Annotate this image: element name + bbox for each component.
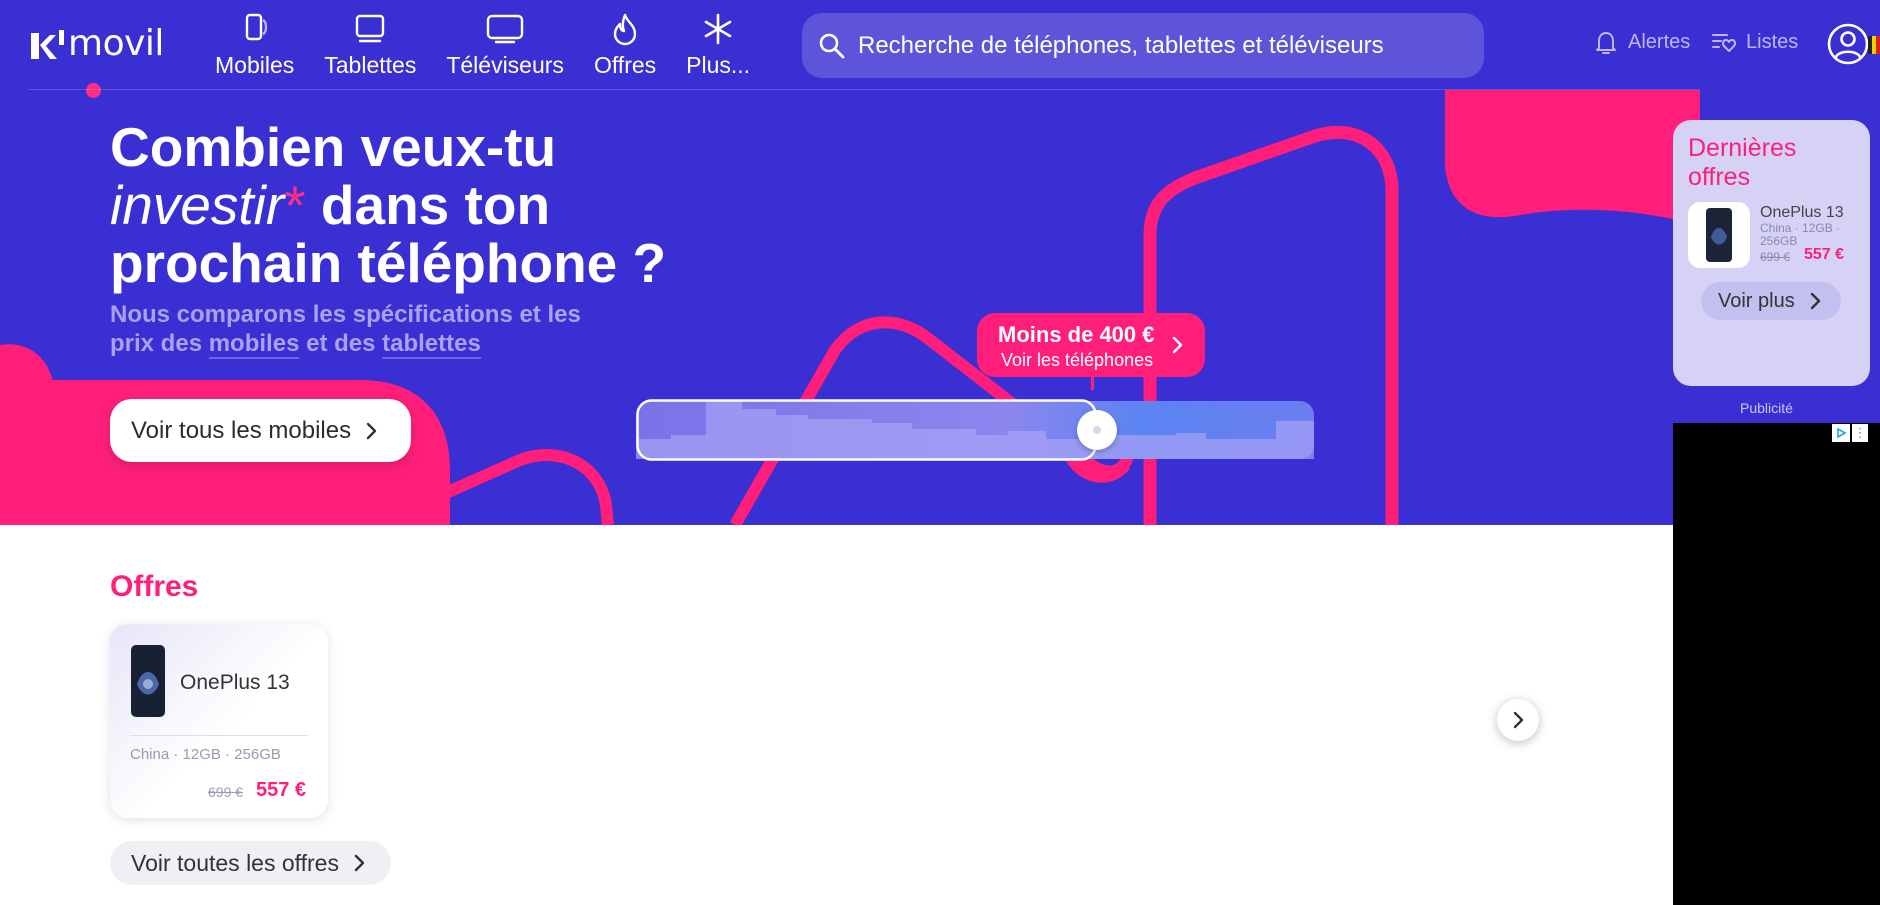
offer-divider xyxy=(130,735,308,736)
see-more-button[interactable]: Voir plus xyxy=(1701,282,1841,320)
nav-divider xyxy=(28,89,1700,90)
phone-image-icon xyxy=(131,645,165,717)
offer-price: 557 € xyxy=(256,779,307,801)
offers-title: Offres xyxy=(110,570,199,603)
hero-title-line-1: Combien veux-tu xyxy=(110,116,557,178)
view-all-offers-label: Voir toutes les offres xyxy=(131,849,339,876)
price-slider[interactable] xyxy=(636,399,1314,461)
budget-subtitle: Voir les téléphones xyxy=(1001,350,1154,370)
alerts-link[interactable]: Alertes xyxy=(1592,28,1690,56)
view-all-mobiles-button[interactable]: Voir tous les mobiles xyxy=(110,399,412,462)
view-all-offers-button[interactable]: Voir toutes les offres xyxy=(110,841,391,885)
ad-banner[interactable] xyxy=(1673,423,1880,905)
offer-card[interactable]: OnePlus 13 China · 12GB · 256GB 699 € 55… xyxy=(110,624,328,818)
ad-label: Publicité xyxy=(1740,400,1793,416)
alerts-label: Alertes xyxy=(1628,30,1691,53)
bell-icon xyxy=(1596,32,1616,54)
budget-title: Moins de 400 € xyxy=(998,322,1155,347)
chevron-right-icon xyxy=(1810,292,1820,310)
main-nav: Mobiles Tablettes Téléviseurs Offres Plu… xyxy=(200,12,765,79)
tablettes-link[interactable]: tablettes xyxy=(382,330,481,359)
flame-icon xyxy=(613,13,637,46)
logo-mark-icon xyxy=(31,30,64,59)
nav-item-mobiles[interactable]: Mobiles xyxy=(200,12,309,79)
hero-title-line-2: investir* dans ton xyxy=(110,176,710,234)
chevron-right-icon xyxy=(1513,711,1524,729)
phone-image-icon xyxy=(1706,208,1732,262)
carousel-next-button[interactable] xyxy=(1497,699,1539,741)
logo[interactable]: movil xyxy=(28,22,164,66)
list-heart-icon xyxy=(1712,34,1737,52)
price-histogram xyxy=(636,399,1314,461)
mobiles-link[interactable]: mobiles xyxy=(208,330,300,359)
tablet-icon xyxy=(356,14,385,43)
account-icon[interactable] xyxy=(1826,22,1870,66)
nav-label-televiseurs: Téléviseurs xyxy=(446,52,564,78)
ad-choices-icon[interactable] xyxy=(1832,424,1850,442)
offer-name: OnePlus 13 xyxy=(180,671,290,694)
tv-icon xyxy=(486,14,524,44)
budget-bubble[interactable]: Moins de 400 € Voir les téléphones xyxy=(977,313,1205,377)
logo-dot xyxy=(86,83,101,98)
see-more-label: Voir plus xyxy=(1718,289,1795,312)
hero-title-star: * xyxy=(284,174,306,236)
latest-offers-title: Dernières offres xyxy=(1688,134,1797,191)
nav-label-mobiles: Mobiles xyxy=(215,52,295,78)
offer-spec: China · 12GB · 256GB xyxy=(130,746,281,763)
nav-label-offres: Offres xyxy=(593,52,657,78)
latest-offer-item[interactable]: OnePlus 13 China · 12GB · 256GB 699 € 55… xyxy=(1688,202,1863,272)
chevron-right-icon xyxy=(366,422,377,439)
latest-offer-old-price: 699 € xyxy=(1760,250,1791,264)
page: movil Mobiles Tablettes Téléviseurs Offr… xyxy=(0,0,1880,905)
hero-sub-text-2: et des xyxy=(299,330,383,357)
latest-offer-price: 557 € xyxy=(1804,246,1845,263)
country-flag-icon[interactable] xyxy=(1868,36,1880,54)
latest-offers-card: Dernières offres OnePlus 13 China · 12GB… xyxy=(1673,120,1870,386)
logo-text: movil xyxy=(68,23,164,64)
search-icon xyxy=(819,33,845,58)
product-thumbnail xyxy=(1688,202,1750,268)
lists-link[interactable]: Listes xyxy=(1710,28,1798,56)
phone-icon xyxy=(245,13,267,41)
nav-item-offres[interactable]: Offres xyxy=(579,12,671,79)
hero-title: Combien veux-tu investir* dans ton proch… xyxy=(110,118,710,292)
hero-title-emphasis: investir xyxy=(110,174,285,236)
nav-item-tablettes[interactable]: Tablettes xyxy=(309,12,431,79)
offer-old-price: 699 € xyxy=(208,784,244,800)
latest-offer-name: OnePlus 13 xyxy=(1760,204,1844,221)
search-bar[interactable] xyxy=(802,13,1484,78)
budget-bubble-pointer xyxy=(1091,376,1094,390)
nav-item-plus[interactable]: Plus... xyxy=(671,12,765,79)
nav-item-televiseurs[interactable]: Téléviseurs xyxy=(431,12,579,79)
nav-label-plus: Plus... xyxy=(686,52,751,78)
navbar: movil Mobiles Tablettes Téléviseurs Offr… xyxy=(0,0,1880,98)
ad-options-icon[interactable]: ⋮ xyxy=(1852,424,1868,442)
asterisk-icon xyxy=(704,13,732,45)
lists-label: Listes xyxy=(1746,30,1799,53)
price-slider-thumb[interactable] xyxy=(1077,410,1118,450)
hero-title-line-2-rest: dans ton xyxy=(305,174,551,236)
hero-title-line-3: prochain téléphone ? xyxy=(110,232,667,294)
view-all-mobiles-label: Voir tous les mobiles xyxy=(131,416,352,444)
chevron-right-icon xyxy=(354,854,365,872)
latest-offer-spec: China · 12GB · 256GB xyxy=(1760,221,1841,248)
search-input[interactable] xyxy=(858,31,1484,60)
hero-subtitle: Nous comparons les spécifications et les… xyxy=(110,300,590,359)
chevron-right-icon xyxy=(1172,336,1183,354)
nav-label-tablettes: Tablettes xyxy=(324,52,417,78)
